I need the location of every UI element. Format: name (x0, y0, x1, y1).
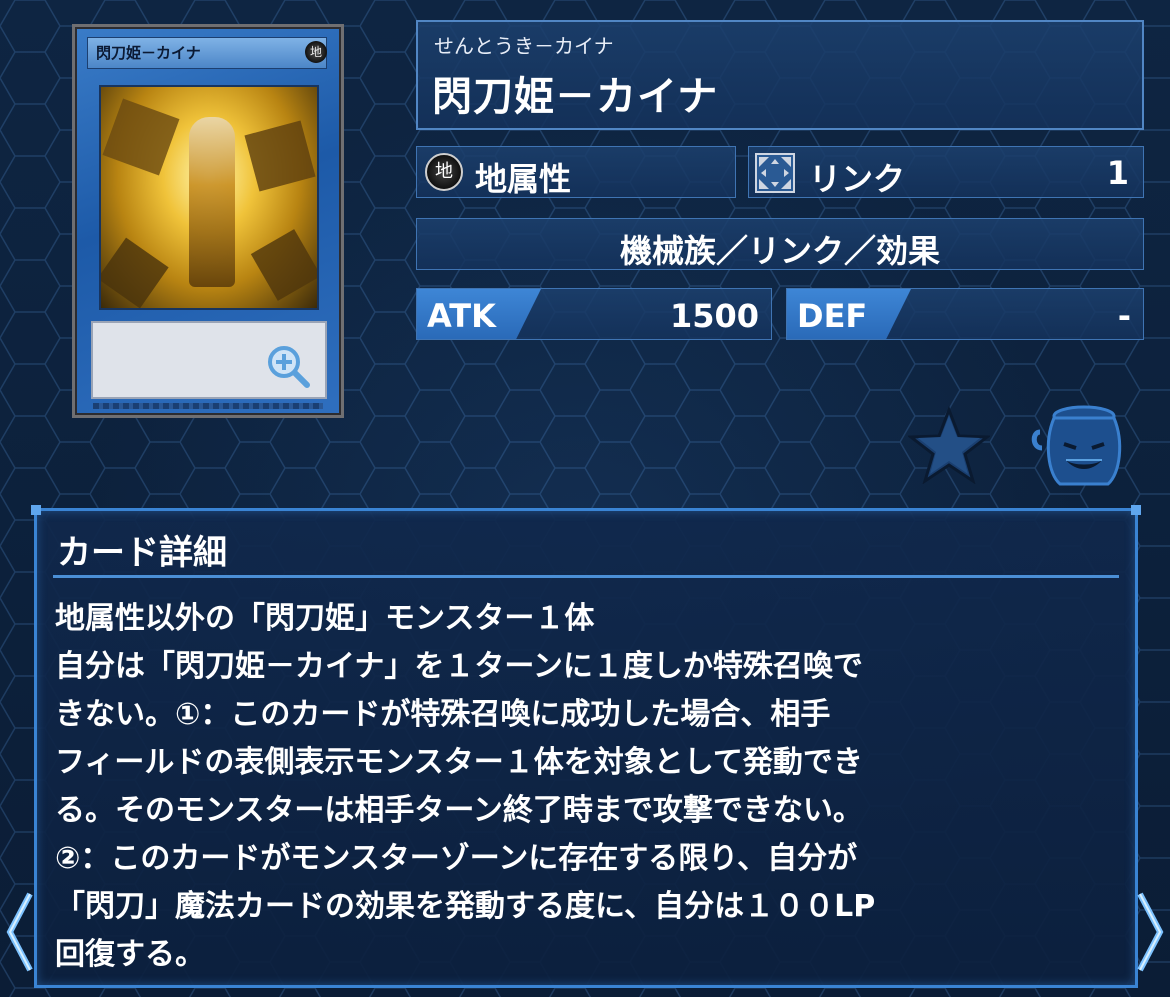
link-panel: リンク 1 (748, 146, 1144, 198)
type-panel: 機械族／リンク／効果 (416, 218, 1144, 270)
link-label: リンク (809, 160, 906, 198)
effect-line: きない。①：このカードが特殊召喚に成功した場合、相手 (55, 697, 831, 732)
effect-line: る。そのモンスターは相手ターン終了時まで攻撃できない。 (55, 793, 863, 828)
effect-line: ②：このカードがモンスターゾーンに存在する限り、自分が (55, 841, 858, 876)
card-effect-text: 地属性以外の「閃刀姫」モンスター１体 自分は「閃刀姫－カイナ」を１ターンに１度し… (55, 595, 1125, 979)
card-name-panel: せんとうき－カイナ 閃刀姫－カイナ (416, 20, 1144, 130)
attribute-label: 地属性 (475, 160, 572, 198)
def-label: DEF (797, 297, 868, 335)
card-reading: せんとうき－カイナ (434, 34, 614, 58)
corner-decoration (31, 505, 41, 515)
atk-value: 1500 (669, 297, 759, 335)
chevron-left-icon[interactable] (2, 890, 36, 974)
card-name: 閃刀姫－カイナ (432, 74, 719, 120)
corner-decoration (1131, 505, 1141, 515)
def-panel: DEF - (786, 288, 1144, 340)
card-artwork (99, 85, 319, 310)
card-detail-panel: カード詳細 地属性以外の「閃刀姫」モンスター１体 自分は「閃刀姫－カイナ」を１タ… (31, 505, 1141, 988)
link-arrows-icon (755, 153, 795, 193)
link-value: 1 (1106, 154, 1129, 192)
effect-line: 自分は「閃刀姫－カイナ」を１ターンに１度しか特殊召喚で (55, 649, 863, 684)
atk-panel: ATK 1500 (416, 288, 772, 340)
pot-of-greed-icon[interactable] (1030, 402, 1126, 490)
card-thumb-name: 閃刀姫－カイナ (87, 37, 327, 69)
effect-line: 回復する。 (55, 937, 205, 972)
earth-attribute-icon: 地 (425, 153, 463, 191)
star-icon[interactable] (908, 406, 990, 484)
card-image[interactable]: 閃刀姫－カイナ 地 (72, 24, 344, 418)
effect-line: 「閃刀」魔法カードの効果を発動する度に、自分は１００LP (55, 889, 876, 924)
card-text-box (91, 321, 327, 399)
detail-title: カード詳細 (57, 533, 227, 573)
effect-line: 地属性以外の「閃刀姫」モンスター１体 (55, 601, 595, 636)
card-thumb-attribute-icon: 地 (305, 41, 327, 63)
detail-divider (53, 575, 1119, 578)
card-footer-strip (93, 403, 323, 409)
chevron-right-icon[interactable] (1134, 890, 1168, 974)
type-line: 機械族／リンク／効果 (619, 232, 940, 270)
effect-line: フィールドの表側表示モンスター１体を対象として発動でき (55, 745, 863, 780)
def-value: - (1117, 297, 1131, 335)
atk-label: ATK (427, 297, 496, 335)
zoom-in-icon[interactable] (265, 343, 311, 389)
attribute-panel: 地 地属性 (416, 146, 736, 198)
